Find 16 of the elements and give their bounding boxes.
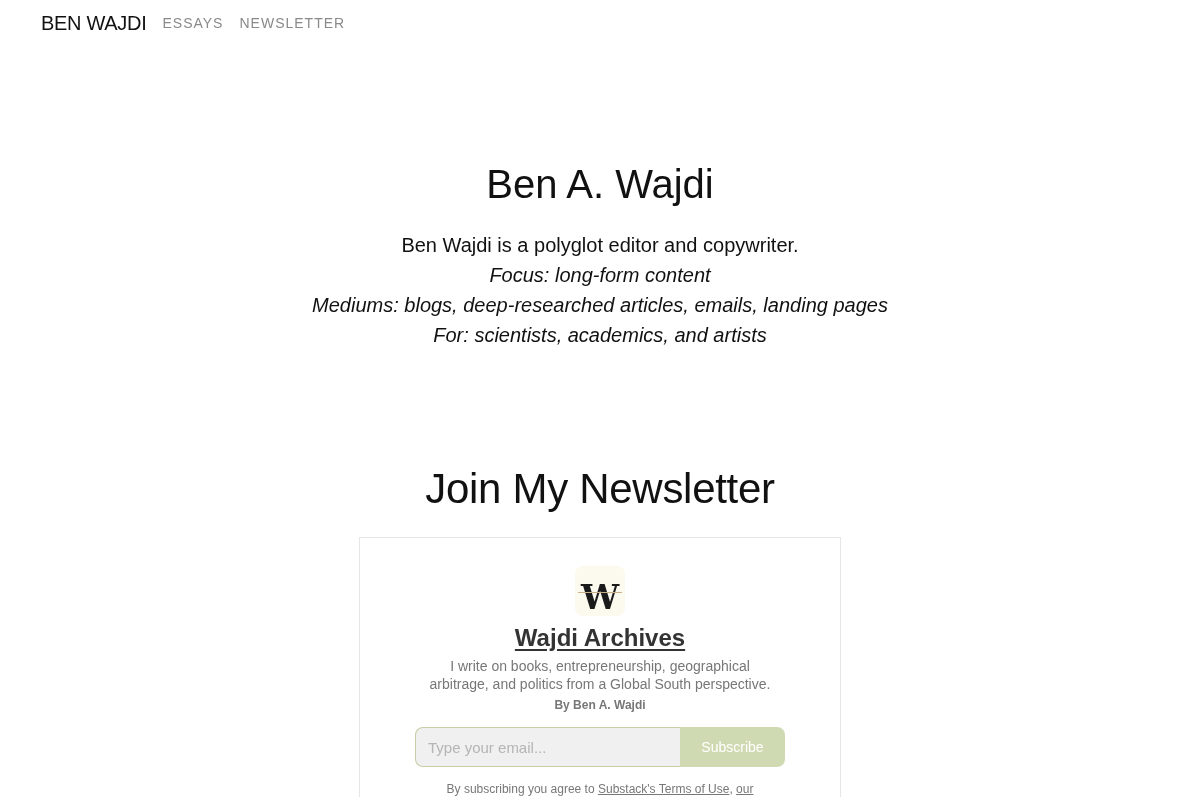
byline: By Ben A. Wajdi — [553, 697, 647, 713]
bio-line: Focus: long-form content — [488, 263, 712, 288]
nav-link[interactable]: ESSAYS — [162, 15, 224, 30]
terms-link[interactable]: our — [736, 782, 754, 796]
email-input[interactable]: Type your email... — [415, 727, 680, 767]
publication-logo: W — [575, 566, 625, 616]
section-heading: Join My Newsletter — [424, 464, 776, 514]
bio-line: For: scientists, academics, and artists — [432, 323, 768, 348]
site-title-link[interactable]: BEN WAJDI — [41, 12, 147, 33]
bio-line: Ben Wajdi is a polyglot editor and copywriter. — [400, 233, 800, 258]
bio-line: Mediums: blogs, deep-researched articles, emails, landing pages — [311, 293, 889, 318]
publication-name-link[interactable]: Wajdi Archives — [380, 623, 820, 653]
publication-description: I write on books, entrepreneurship, geographical arbitrage, and politics from a Global South perspective. — [428, 657, 772, 693]
page-title: Ben A. Wajdi — [485, 161, 715, 208]
consent-text: By subscribing you agree to Substack's Terms of Use, our — [445, 781, 755, 797]
nav-link[interactable]: NEWSLETTER — [239, 15, 346, 30]
